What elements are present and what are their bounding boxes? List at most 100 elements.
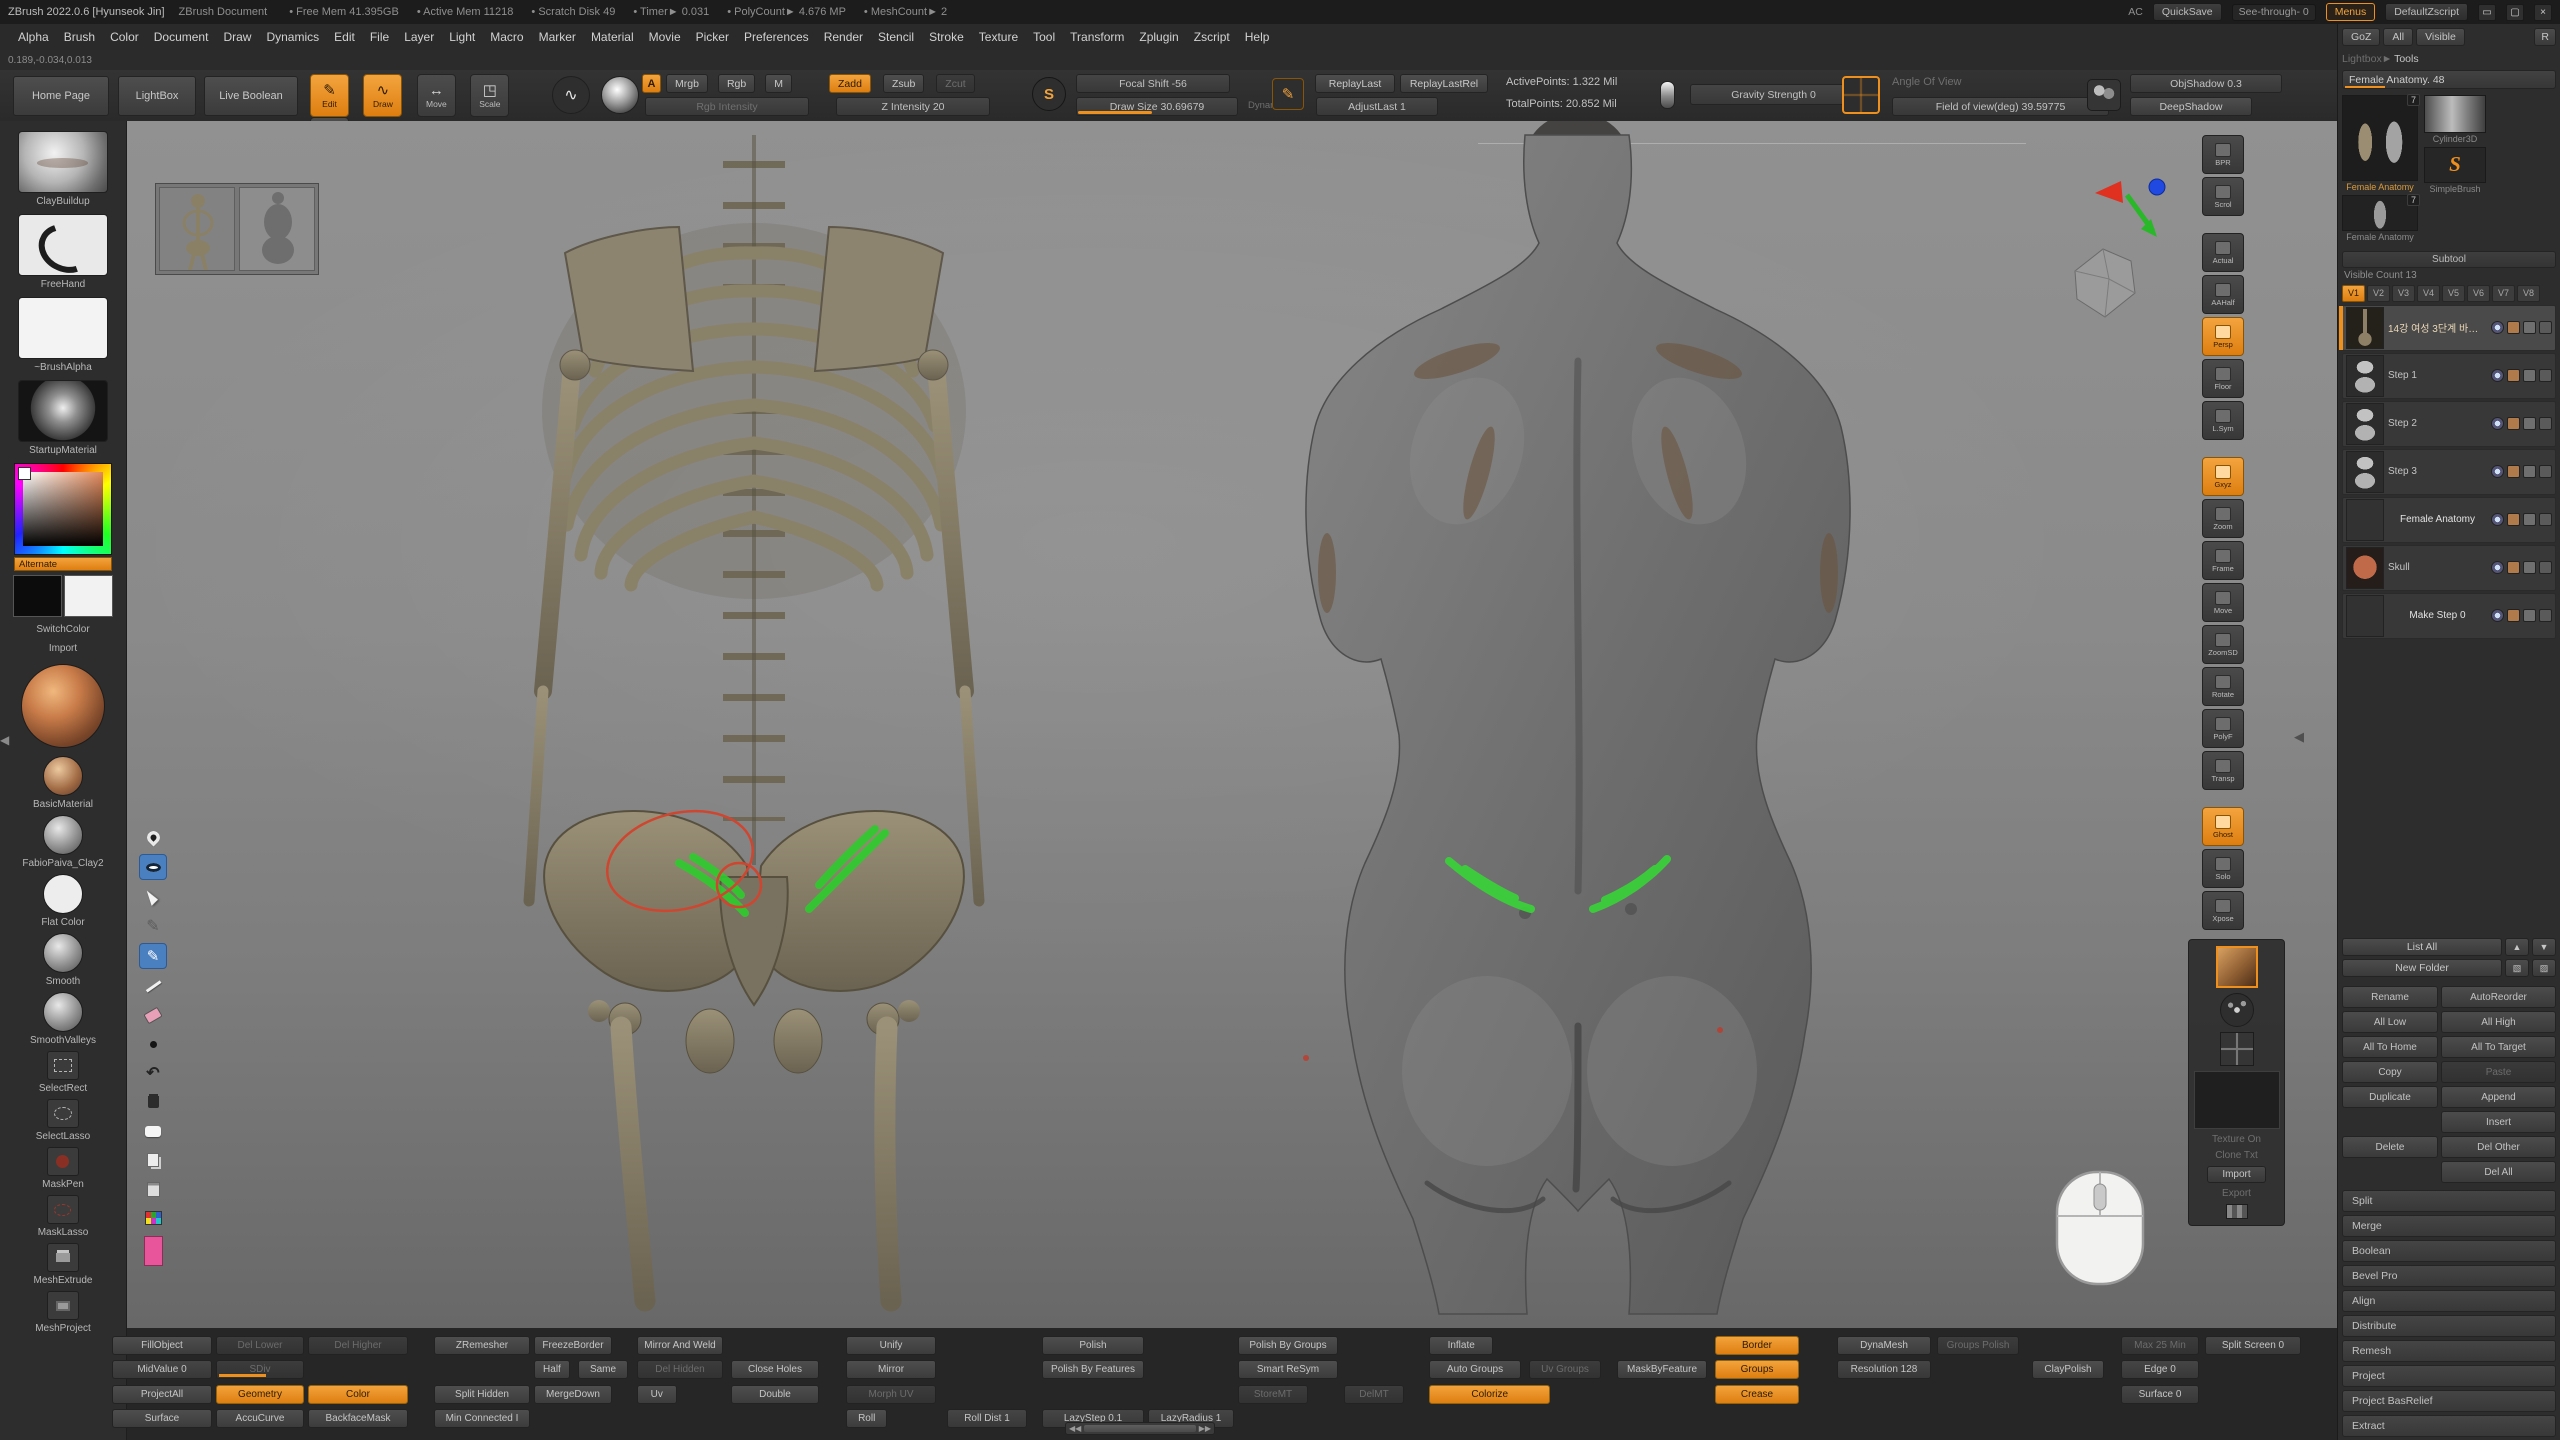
subtool-action-button[interactable]: Del All <box>2441 1161 2556 1183</box>
pin-icon[interactable] <box>140 825 166 849</box>
bottom-bar-button[interactable]: Half <box>534 1360 570 1379</box>
polypaint-icon[interactable] <box>2507 465 2520 478</box>
current-tool-name[interactable]: Female Anatomy. 48 <box>2342 70 2556 89</box>
bottom-bar-button[interactable]: Split Screen 0 <box>2205 1336 2301 1355</box>
subtool-view-tab[interactable]: V7 <box>2492 285 2515 302</box>
bottom-bar-button[interactable]: Uv Groups <box>1529 1360 1601 1379</box>
subtool-action-button[interactable]: Copy <box>2342 1061 2438 1083</box>
bottom-bar-button[interactable]: Color <box>308 1385 408 1404</box>
adjust-last-slider[interactable]: AdjustLast 1 <box>1316 97 1438 116</box>
undo-icon[interactable] <box>140 1061 166 1085</box>
texture-export-button[interactable]: Export <box>2222 1188 2251 1199</box>
subtool-row[interactable]: Make Step 0 <box>2342 593 2556 639</box>
eye-icon[interactable] <box>139 854 167 880</box>
material-thumbnail[interactable] <box>43 815 83 855</box>
bottom-bar-button[interactable]: DelMT <box>1344 1385 1404 1404</box>
menu-item[interactable]: Light <box>449 30 475 44</box>
bottom-bar-button[interactable]: Max 25 Min <box>2121 1336 2199 1355</box>
subtool-section-header[interactable]: Remesh <box>2342 1340 2556 1362</box>
right-tray-toggle-icon[interactable]: ◀ <box>2294 729 2304 745</box>
move-button[interactable]: Move <box>2202 583 2244 622</box>
bottom-bar-button[interactable]: Uv <box>637 1385 677 1404</box>
bottom-bar-button[interactable]: Del Higher <box>308 1336 408 1355</box>
sidebar-tool-icon[interactable] <box>47 1051 79 1080</box>
bottom-bar-button[interactable]: Del Lower <box>216 1336 304 1355</box>
visibility-eye-icon[interactable] <box>2491 369 2504 382</box>
bottom-bar-button[interactable]: BackfaceMask <box>308 1409 408 1428</box>
gravity-icon[interactable] <box>1660 81 1675 109</box>
material-slot[interactable]: FabioPaiva_Clay2 <box>22 815 103 869</box>
menu-item[interactable]: Tool <box>1033 30 1055 44</box>
subtool-action-button[interactable]: Insert <box>2441 1111 2556 1133</box>
trash-icon[interactable] <box>140 1090 166 1114</box>
subtool-section-header[interactable]: Merge <box>2342 1215 2556 1237</box>
menu-item[interactable]: Preferences <box>744 30 809 44</box>
move-down-icon[interactable]: ▼ <box>2532 938 2556 956</box>
goz-visible-button[interactable]: Visible <box>2416 28 2465 46</box>
black-swatch[interactable] <box>13 575 62 617</box>
subtool-view-tab[interactable]: V8 <box>2517 285 2540 302</box>
polypaint-icon[interactable] <box>2507 513 2520 526</box>
bottom-bar-button[interactable]: ClayPolish <box>2032 1360 2104 1379</box>
spray-icon[interactable] <box>2220 993 2254 1027</box>
bottom-bar-button[interactable]: Same <box>578 1360 628 1379</box>
replay-last-rel-button[interactable]: ReplayLastRel <box>1400 74 1488 93</box>
sidebar-tool-slot[interactable]: MaskPen <box>42 1147 84 1190</box>
sidebar-tool-icon[interactable] <box>47 1291 79 1320</box>
menu-item[interactable]: Picker <box>696 30 729 44</box>
scroll-right-icon[interactable]: ▶▶ <box>1199 1424 1211 1433</box>
folder-a-icon[interactable]: ▧ <box>2505 959 2529 977</box>
ghost-button[interactable]: Ghost <box>2202 807 2244 846</box>
brush-thumbnail[interactable] <box>18 214 108 276</box>
brush-thumbnail[interactable] <box>18 297 108 359</box>
clone-texture-button[interactable]: Clone Txt <box>2215 1150 2258 1161</box>
material-slot[interactable]: BasicMaterial <box>33 756 93 810</box>
window-icon-b[interactable]: ▢ <box>2506 4 2524 21</box>
clipboard-icon[interactable] <box>140 1177 166 1201</box>
scroll-button[interactable]: Scrol <box>2202 177 2244 216</box>
menu-item[interactable]: Zscript <box>1194 30 1230 44</box>
sidebar-tool-slot[interactable]: SelectRect <box>39 1051 87 1094</box>
sidebar-tool-icon[interactable] <box>47 1099 79 1128</box>
color-picker[interactable] <box>14 463 112 555</box>
material-slot[interactable]: SmoothValleys <box>30 992 96 1046</box>
subtool-action-button[interactable]: All Low <box>2342 1011 2438 1033</box>
sidebar-tool-slot[interactable]: SelectLasso <box>36 1099 90 1142</box>
bottom-bar-button[interactable]: SDiv <box>216 1360 304 1379</box>
goz-all-button[interactable]: All <box>2383 28 2413 46</box>
bottom-bar-button[interactable]: Edge 0 <box>2121 1360 2199 1379</box>
rgb-intensity-slider[interactable]: Rgb Intensity <box>645 97 809 116</box>
folder-down-icon[interactable] <box>2539 561 2552 574</box>
bottom-bar-button[interactable]: AccuCurve <box>216 1409 304 1428</box>
bottom-bar-button[interactable]: Surface 0 <box>2121 1385 2199 1404</box>
menu-item[interactable]: Texture <box>979 30 1018 44</box>
fov-slider[interactable]: Field of view(deg) 39.59775 <box>1892 97 2109 116</box>
actual-button[interactable]: Actual <box>2202 233 2244 272</box>
xpose-button[interactable]: Xpose <box>2202 891 2244 930</box>
menu-item[interactable]: Draw <box>223 30 251 44</box>
color-picker-inner[interactable] <box>23 472 103 546</box>
floor-button[interactable]: Floor <box>2202 359 2244 398</box>
subtool-view-tab[interactable]: V3 <box>2392 285 2415 302</box>
texture-thumbnail[interactable] <box>2216 946 2258 988</box>
shelf-toggle-button[interactable]: Zadd <box>829 74 871 93</box>
subtool-section-header[interactable]: Project <box>2342 1365 2556 1387</box>
bottom-bar-button[interactable]: Auto Groups <box>1429 1360 1521 1379</box>
palette-icon[interactable] <box>140 1206 166 1230</box>
zoom3d-button[interactable]: ZoomSD <box>2202 625 2244 664</box>
folder-up-icon[interactable] <box>2523 321 2536 334</box>
folder-down-icon[interactable] <box>2539 321 2552 334</box>
lsym-button[interactable]: L.Sym <box>2202 401 2244 440</box>
polypaint-icon[interactable] <box>2507 321 2520 334</box>
material-thumbnail[interactable] <box>43 874 83 914</box>
subtool-section-header[interactable]: Bevel Pro <box>2342 1265 2556 1287</box>
subtool-row[interactable]: Step 1 <box>2342 353 2556 399</box>
material-thumbnail[interactable] <box>43 756 83 796</box>
eraser-icon[interactable] <box>140 1003 166 1027</box>
move-up-icon[interactable]: ▲ <box>2505 938 2529 956</box>
solo-button[interactable]: Solo <box>2202 849 2244 888</box>
skeleton-thumbnail[interactable] <box>159 187 235 271</box>
shelf-toggle-button[interactable]: Zsub <box>883 74 924 93</box>
bottom-bar-button[interactable]: Border <box>1715 1336 1799 1355</box>
simplebrush-thumbnail[interactable]: S <box>2424 147 2486 183</box>
